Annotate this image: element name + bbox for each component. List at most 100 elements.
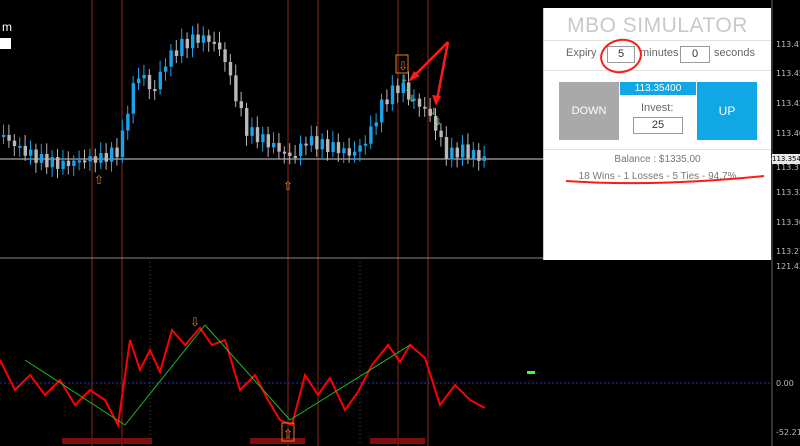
candle-body — [304, 143, 308, 146]
candle-body — [2, 134, 6, 137]
candle-body — [374, 122, 378, 127]
indicator-axis-label: 0.00 — [776, 379, 794, 388]
candle-body — [142, 74, 146, 79]
candle-body — [174, 50, 179, 56]
candle-body — [29, 149, 33, 156]
candle-body — [385, 99, 389, 105]
candle-body — [164, 66, 168, 72]
candle-body — [326, 139, 330, 152]
current-price-tag: 113.354 — [772, 154, 800, 164]
price-axis-label: 113.450 — [776, 69, 800, 78]
candle-body — [347, 148, 351, 156]
candle-body — [369, 126, 373, 144]
candle-body — [444, 137, 449, 160]
annotation-marks — [565, 38, 765, 185]
candle-body — [83, 160, 87, 163]
candle-body — [126, 113, 130, 131]
candle-body — [390, 85, 395, 105]
time-axis-highlight — [62, 438, 152, 444]
trend-line — [204, 324, 291, 421]
candle-body — [56, 157, 60, 169]
candle-body — [45, 153, 49, 168]
candle-body — [77, 160, 81, 163]
annotation-arrowhead — [432, 95, 441, 106]
chart-corner-box — [0, 38, 11, 49]
candle-body — [358, 145, 362, 152]
candle-body — [147, 74, 152, 90]
candle-body — [212, 41, 216, 44]
candle-body — [88, 156, 92, 162]
mbo-simulator-panel: MBO SIMULATOR Expiry 5 minutes 0 seconds… — [543, 8, 771, 260]
candle-body — [461, 144, 465, 158]
candle-body — [180, 38, 184, 56]
indicator-marker — [527, 371, 535, 374]
candle-body — [12, 140, 17, 146]
indicator-axis-label: 121.431 — [776, 262, 800, 271]
candle-body — [158, 71, 162, 90]
candle-body — [455, 147, 459, 158]
candle-body — [272, 142, 276, 148]
win-marker-icon: ⇓ — [434, 117, 442, 128]
candle-body — [315, 136, 319, 150]
candle-body — [288, 152, 292, 156]
candle-body — [218, 42, 222, 50]
candle-body — [423, 106, 427, 109]
win-marker-icon: ⇓ — [408, 94, 416, 105]
candle-body — [396, 85, 400, 94]
candle-body — [439, 130, 443, 138]
candle-body — [34, 149, 38, 163]
indicator-series — [0, 326, 486, 429]
candle-body — [380, 99, 384, 123]
candle-body — [137, 78, 141, 84]
candle-body — [7, 134, 11, 141]
chart-corner-text: m — [2, 20, 12, 34]
vertical-marker-lines — [91, 0, 429, 446]
price-axis-label: 113.400 — [776, 129, 800, 138]
candle-body — [342, 148, 346, 154]
up-arrow-icon: ⇧ — [94, 173, 104, 187]
candle-body — [299, 143, 303, 156]
candle-body — [261, 134, 265, 143]
candle-body — [255, 127, 260, 143]
candle-body — [153, 89, 157, 92]
candle-body — [471, 150, 476, 159]
candle-body — [72, 160, 76, 166]
candle-body — [239, 101, 243, 109]
candle-body — [104, 153, 108, 162]
up-arrow-icon: ⇧ — [283, 427, 293, 441]
price-axis-label: 113.325 — [776, 188, 800, 197]
candle-body — [120, 130, 125, 158]
candle-body — [363, 143, 368, 146]
candle-body — [282, 151, 287, 154]
candlestick-series: ⇓⇓⇓⇓⇓ — [2, 23, 486, 179]
candle-body — [110, 147, 114, 162]
candle-body — [417, 98, 422, 107]
candle-body — [201, 35, 206, 43]
candle-body — [93, 156, 98, 163]
candle-body — [277, 142, 281, 152]
candle-body — [331, 142, 335, 152]
candle-body — [23, 145, 27, 156]
candle-body — [353, 151, 357, 156]
candle-body — [39, 153, 44, 163]
trend-line — [24, 359, 126, 426]
candle-body — [477, 150, 481, 161]
candle-body — [131, 83, 135, 114]
candle-body — [196, 34, 200, 43]
candle-body — [207, 35, 211, 42]
indicator-axis-label: -52.216 — [776, 428, 800, 437]
down-arrow-icon: ⇩ — [190, 315, 200, 329]
candle-body — [169, 50, 173, 67]
candle-body — [223, 49, 227, 62]
candle-body — [309, 136, 314, 146]
price-axis-label: 113.375 — [776, 163, 800, 172]
trend-line — [124, 324, 206, 426]
candle-body — [336, 142, 341, 154]
candle-body — [18, 145, 22, 148]
price-axis-label: 113.300 — [776, 218, 800, 227]
price-axis-label: 113.275 — [776, 247, 800, 256]
candle-body — [50, 157, 54, 168]
candle-body — [293, 155, 297, 158]
price-axis-label: 113.475 — [776, 40, 800, 49]
candle-body — [66, 160, 71, 166]
